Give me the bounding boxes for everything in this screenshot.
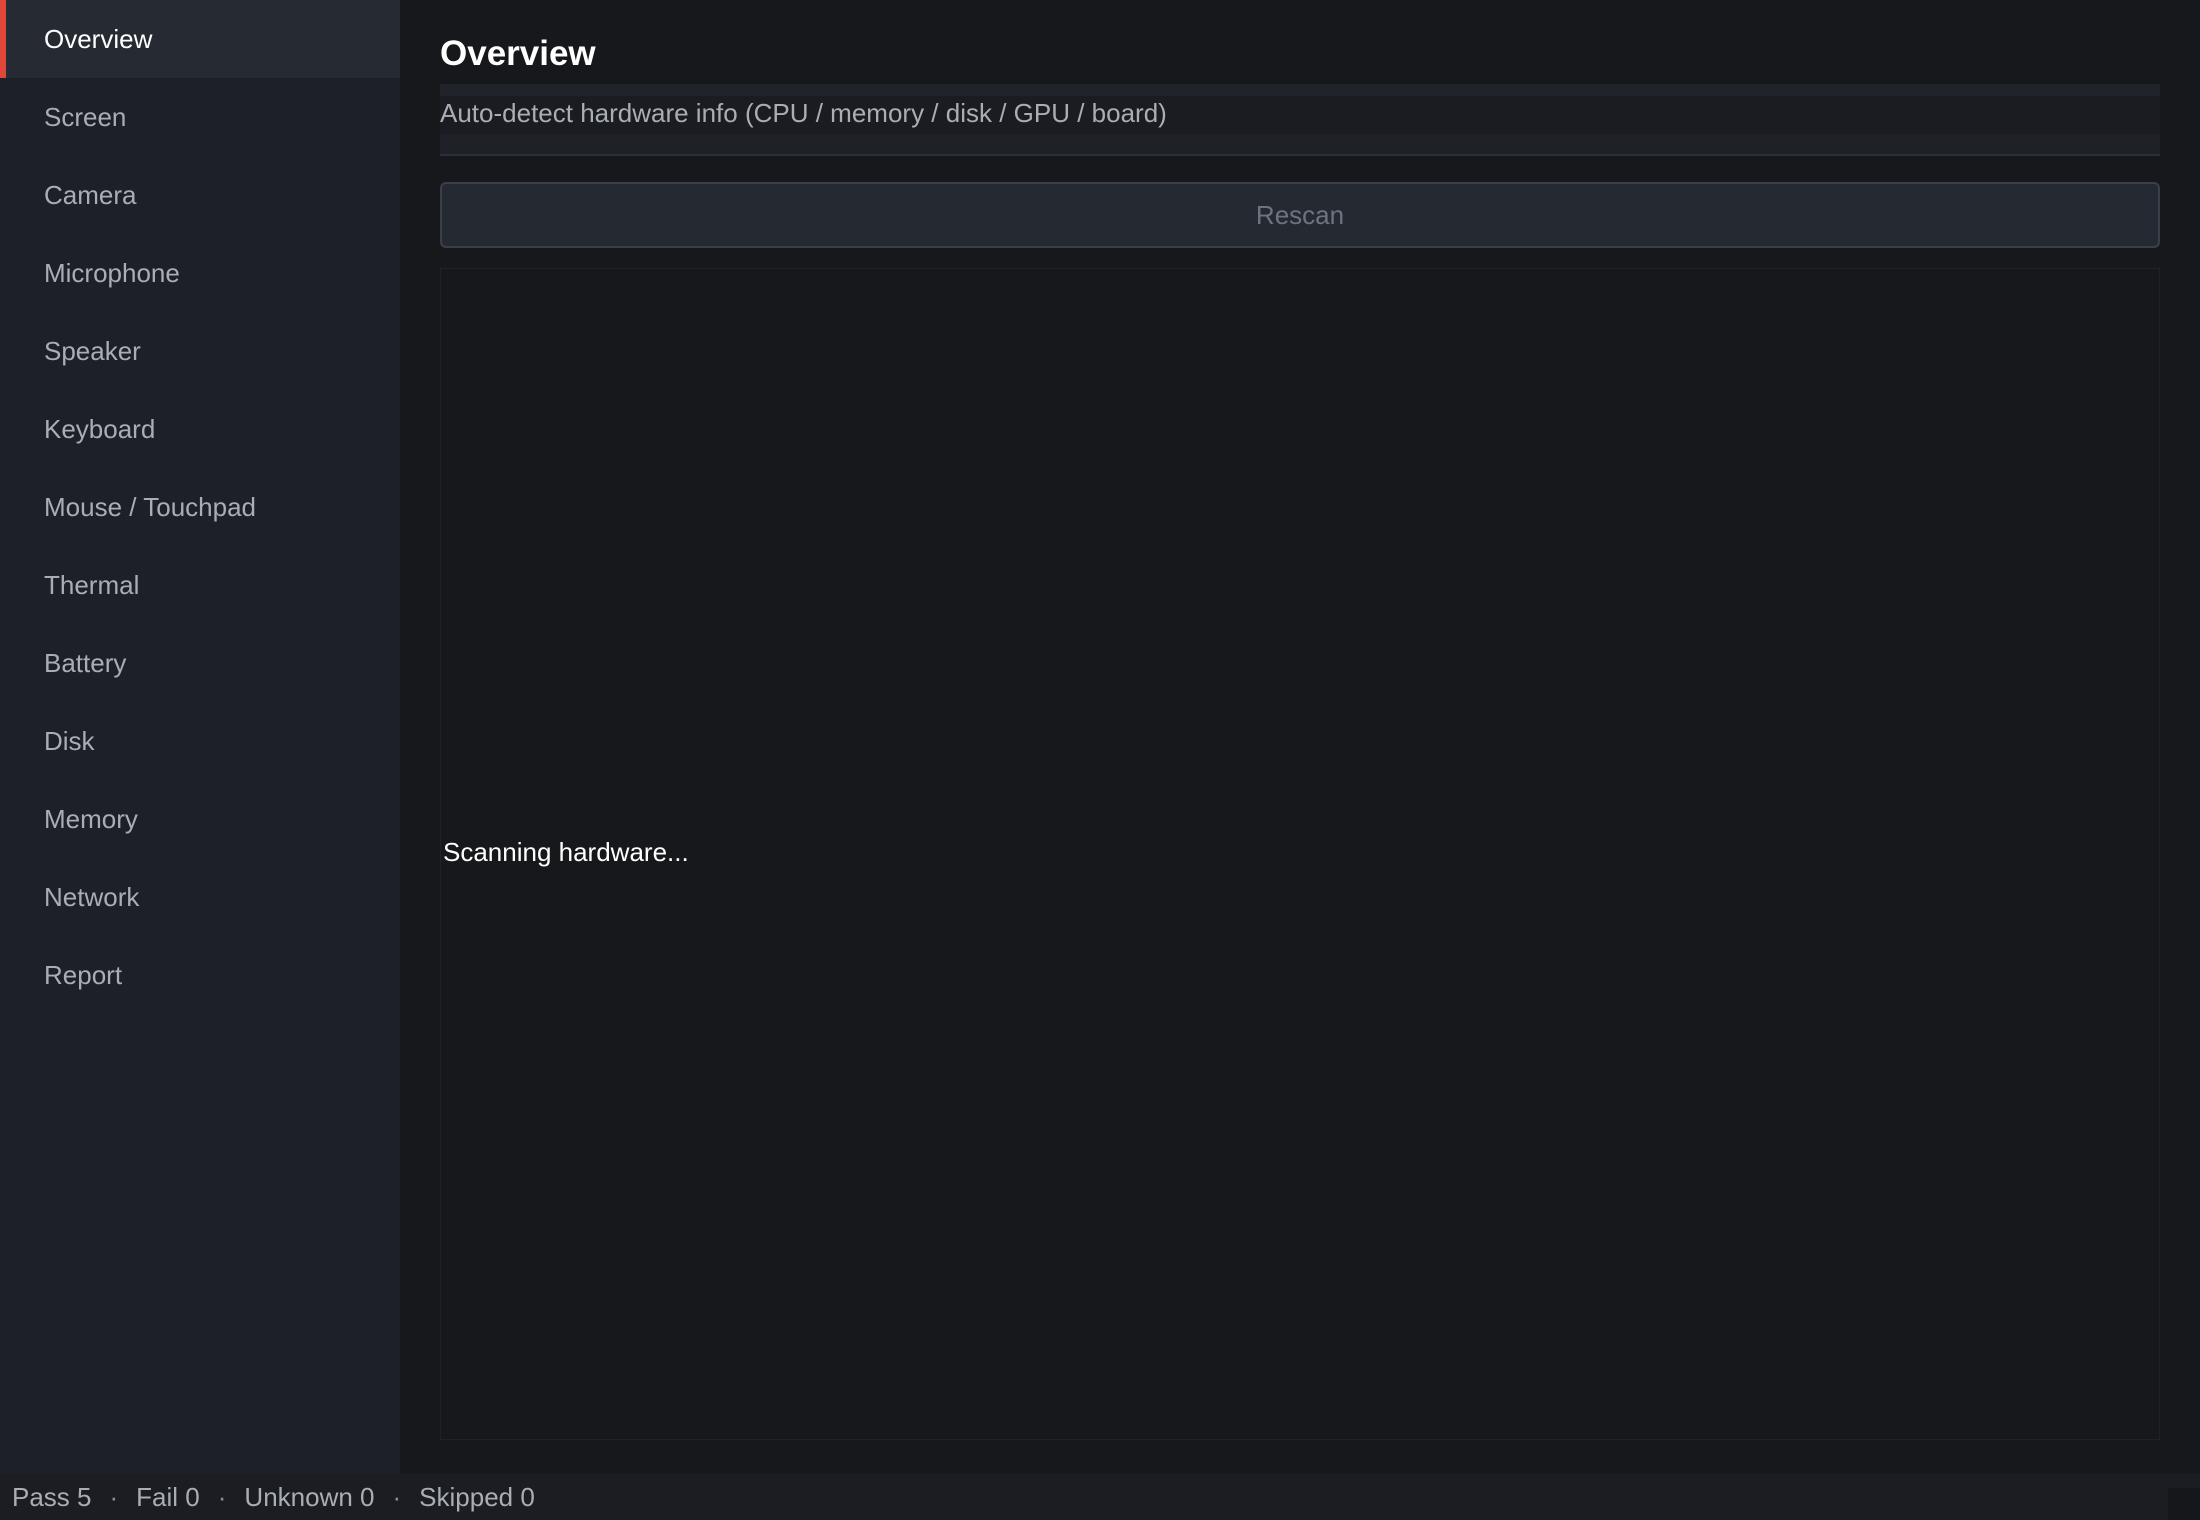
- sidebar-item-disk[interactable]: Disk: [0, 702, 400, 780]
- page-title: Overview: [440, 34, 596, 73]
- subtitle-divider-top: [440, 84, 2160, 96]
- sidebar-item-microphone[interactable]: Microphone: [0, 234, 400, 312]
- subtitle-divider-bottom: [440, 134, 2160, 154]
- sidebar-item-speaker[interactable]: Speaker: [0, 312, 400, 390]
- status-pass-count: Pass 5: [12, 1482, 92, 1512]
- sidebar-item-report[interactable]: Report: [0, 936, 400, 1014]
- status-unknown-count: Unknown 0: [244, 1482, 375, 1512]
- sidebar-item-battery[interactable]: Battery: [0, 624, 400, 702]
- status-summary: Pass 5 · Fail 0 · Unknown 0 · Skipped 0: [12, 1474, 535, 1520]
- sidebar-item-keyboard[interactable]: Keyboard: [0, 390, 400, 468]
- scan-status-text: Scanning hardware...: [443, 837, 689, 867]
- resize-grip[interactable]: [2168, 1488, 2200, 1520]
- status-fail-count: Fail 0: [136, 1482, 200, 1512]
- main-content: Overview Auto-detect hardware info (CPU …: [400, 0, 2200, 1474]
- app-window: Overview Screen Camera Microphone Speake…: [0, 0, 2200, 1520]
- sidebar-item-mouse-touchpad[interactable]: Mouse / Touchpad: [0, 468, 400, 546]
- sidebar: Overview Screen Camera Microphone Speake…: [0, 0, 400, 1474]
- subtitle-box: Auto-detect hardware info (CPU / memory …: [440, 84, 2160, 156]
- sidebar-item-overview[interactable]: Overview: [0, 0, 400, 78]
- page-subtitle: Auto-detect hardware info (CPU / memory …: [440, 98, 1167, 128]
- rescan-button[interactable]: Rescan: [440, 182, 2160, 248]
- status-separator: ·: [109, 1482, 119, 1512]
- sidebar-item-camera[interactable]: Camera: [0, 156, 400, 234]
- sidebar-item-screen[interactable]: Screen: [0, 78, 400, 156]
- status-separator: ·: [217, 1482, 227, 1512]
- status-bar: Pass 5 · Fail 0 · Unknown 0 · Skipped 0: [0, 1474, 2200, 1520]
- sidebar-item-thermal[interactable]: Thermal: [0, 546, 400, 624]
- sidebar-item-memory[interactable]: Memory: [0, 780, 400, 858]
- sidebar-item-network[interactable]: Network: [0, 858, 400, 936]
- status-separator: ·: [392, 1482, 402, 1512]
- status-skipped-count: Skipped 0: [419, 1482, 535, 1512]
- results-panel: Scanning hardware...: [440, 268, 2160, 1440]
